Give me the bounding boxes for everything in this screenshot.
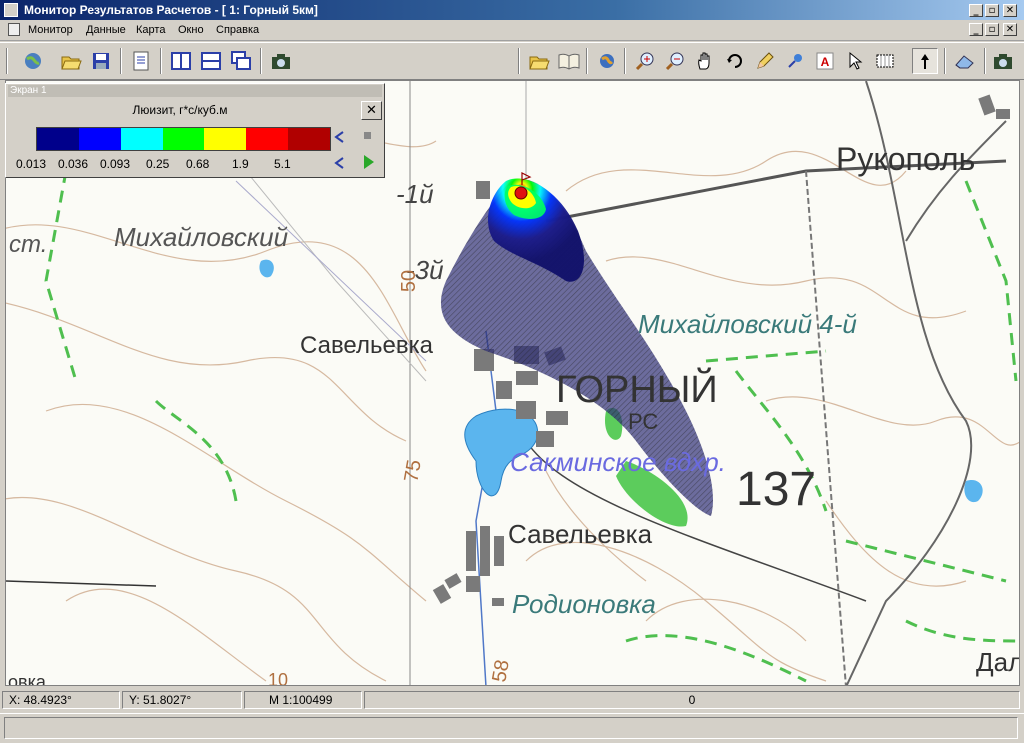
status-bar: X: 48.4923° Y: 51.8027° М 1:100499 0: [0, 689, 1024, 711]
child-close-button[interactable]: ✕: [1003, 23, 1017, 36]
scale-color-6: [288, 128, 331, 150]
toolbar-separator: [624, 48, 626, 74]
camera-icon[interactable]: [990, 48, 1016, 74]
child-window-icon[interactable]: [8, 23, 20, 36]
restore-button[interactable]: ▫: [985, 4, 999, 17]
document-icon[interactable]: [128, 48, 154, 74]
label-st: ст.: [9, 231, 48, 258]
play-icon[interactable]: [362, 154, 376, 173]
zoom-in-icon[interactable]: [632, 48, 658, 74]
toolbar-separator: [260, 48, 262, 74]
scale-value: 0.093: [100, 157, 131, 171]
label-rodionovka: Родионовка: [512, 589, 656, 619]
toolbar-separator: [160, 48, 162, 74]
child-restore-button[interactable]: ▫: [985, 23, 999, 36]
label-mikhailovsky: Михайловский: [114, 222, 289, 252]
eraser-icon[interactable]: [952, 48, 978, 74]
scale-color-2: [120, 128, 163, 150]
app-icon[interactable]: [4, 3, 18, 17]
label-savelevka-bottom: Савельевка: [508, 519, 653, 549]
toolbar: A: [0, 42, 1024, 80]
camera-icon[interactable]: [268, 48, 294, 74]
label-10: 10: [268, 670, 289, 686]
hand-pan-icon[interactable]: [692, 48, 718, 74]
scale-color-0: [37, 128, 79, 150]
zoom-out-icon[interactable]: [662, 48, 688, 74]
menu-help[interactable]: Справка: [216, 24, 259, 36]
menu-window[interactable]: Окно: [178, 24, 204, 36]
menu-map[interactable]: Карта: [136, 24, 165, 36]
label-reservoir: Сакминское вдхр.: [510, 447, 726, 477]
label-75: 75: [400, 458, 426, 484]
cascade-windows-icon[interactable]: [228, 48, 254, 74]
split-horizontal-icon[interactable]: [198, 48, 224, 74]
scale-color-1: [78, 128, 121, 150]
status-scale: М 1:100499: [244, 691, 362, 709]
label-137: 137: [736, 463, 817, 516]
scale-left-arrow-icon[interactable]: [333, 130, 347, 147]
bottom-panel: [0, 713, 1024, 743]
toolbar-separator: [984, 48, 986, 74]
legend-panel-header[interactable]: Экран 1: [8, 85, 382, 97]
pointer-icon[interactable]: [842, 48, 868, 74]
minimize-button[interactable]: _: [969, 4, 983, 17]
split-vertical-icon[interactable]: [168, 48, 194, 74]
color-scale: [36, 127, 331, 151]
globe-small-icon[interactable]: [594, 48, 620, 74]
menu-monitor[interactable]: Монитор: [28, 24, 73, 36]
legend-close-button[interactable]: ✕: [361, 101, 382, 120]
menu-bar: Монитор Данные Карта Окно Справка _ ▫ ✕: [0, 20, 1024, 41]
scale-value: 0.68: [186, 157, 210, 171]
text-tool-icon[interactable]: A: [812, 48, 838, 74]
grid-select-icon[interactable]: [872, 48, 898, 74]
status-y-coordinate: Y: 51.8027°: [122, 691, 242, 709]
label-pc: РС: [628, 409, 659, 434]
book-icon[interactable]: [556, 48, 582, 74]
child-minimize-button[interactable]: _: [969, 23, 983, 36]
rotate-icon[interactable]: [722, 48, 748, 74]
open-folder-icon[interactable]: [58, 48, 84, 74]
bottom-panel-field: [4, 717, 1018, 739]
label-58: 58: [488, 658, 514, 684]
label-mikhailovsky-4: Михайловский 4-й: [638, 309, 857, 339]
scale-value: 0.013: [16, 157, 47, 171]
toolbar-separator: [518, 48, 520, 74]
scale-value: 0.25: [146, 157, 170, 171]
toolbar-separator: [586, 48, 588, 74]
legend-title: Люизит, г*с/куб.м: [132, 103, 228, 117]
globe-icon[interactable]: [20, 48, 46, 74]
stop-icon[interactable]: [364, 132, 371, 139]
label-dal: Дал: [976, 647, 1020, 677]
pencil-icon[interactable]: [752, 48, 778, 74]
scale-color-3: [162, 128, 205, 150]
menu-data[interactable]: Данные: [86, 24, 126, 36]
label-gorny: ГОРНЫЙ: [556, 369, 718, 411]
svg-text:A: A: [821, 55, 830, 69]
label-rukopol: Рукополь: [836, 141, 976, 177]
label-fifty: 50: [398, 269, 421, 293]
scale-value: 0.036: [58, 157, 89, 171]
close-button[interactable]: ✕: [1003, 4, 1017, 17]
toolbar-separator: [120, 48, 122, 74]
status-value: 0: [364, 691, 1020, 709]
scale-color-5: [246, 128, 289, 150]
label-savelevka-top: Савельевка: [300, 332, 433, 359]
scale-value: 5.1: [274, 157, 291, 171]
label-ovka: овка: [8, 672, 46, 686]
pin-icon[interactable]: [782, 48, 808, 74]
north-arrow-icon[interactable]: [912, 48, 938, 74]
legend-panel[interactable]: Экран 1 Люизит, г*с/куб.м ✕ 0.013 0.036 …: [5, 83, 385, 178]
title-bar: Монитор Результатов Расчетов - [ 1: Горн…: [0, 0, 1024, 20]
toolbar-separator: [944, 48, 946, 74]
step-back-arrow-icon[interactable]: [333, 156, 347, 173]
window-title: Монитор Результатов Расчетов - [ 1: Горн…: [24, 3, 318, 17]
scale-value: 1.9: [232, 157, 249, 171]
label-first: -1й: [396, 179, 434, 209]
scale-color-4: [204, 128, 247, 150]
open-map-icon[interactable]: [526, 48, 552, 74]
status-x-coordinate: X: 48.4923°: [2, 691, 120, 709]
toolbar-separator: [6, 48, 8, 74]
save-disk-icon[interactable]: [88, 48, 114, 74]
